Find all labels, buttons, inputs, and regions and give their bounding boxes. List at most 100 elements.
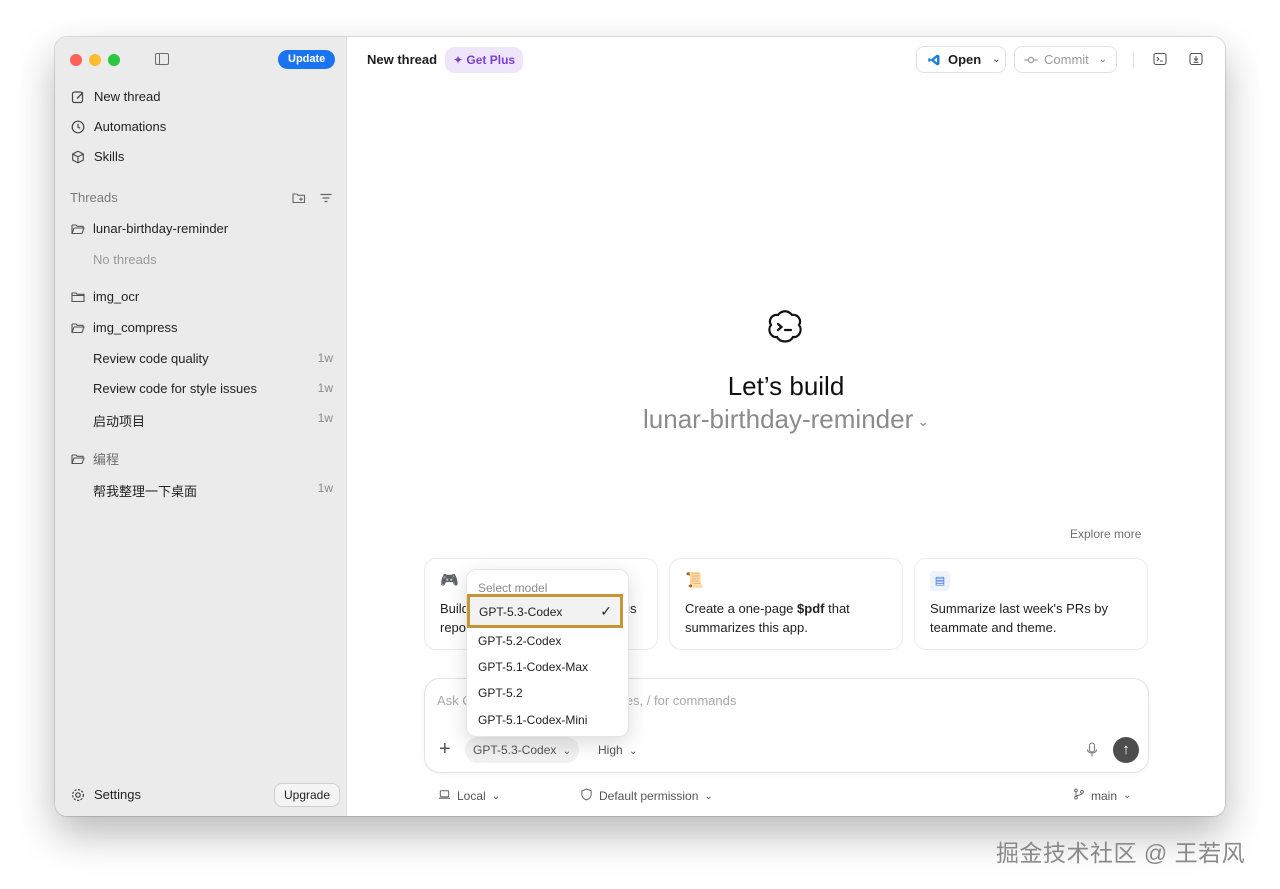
suggestion-card[interactable]: 📜 Create a one-page $pdf that summarizes… bbox=[669, 558, 903, 650]
window-controls bbox=[70, 54, 120, 66]
effort-label: High bbox=[598, 743, 623, 757]
card-text: Summarize last week's PRs by teammate an… bbox=[930, 601, 1109, 635]
open-in-editor-button[interactable]: Open ⌄ bbox=[916, 46, 1006, 73]
thread-title: 帮我整理一下桌面 bbox=[93, 484, 198, 499]
diff-panel-icon[interactable] bbox=[1189, 52, 1203, 66]
upgrade-button[interactable]: Upgrade bbox=[274, 783, 341, 807]
send-button[interactable]: ↑ bbox=[1113, 737, 1139, 763]
permission-label: Default permission bbox=[599, 789, 699, 803]
folder-open-icon bbox=[71, 222, 85, 236]
arrow-up-icon: ↑ bbox=[1122, 741, 1130, 758]
thread-age: 1w bbox=[317, 351, 333, 365]
get-plus-button[interactable]: ✦ Get Plus bbox=[445, 47, 524, 73]
edit-icon bbox=[71, 90, 85, 104]
model-option-selected[interactable]: GPT-5.3-Codex ✓ bbox=[467, 594, 623, 628]
app-window: Update New thread Automations Skills Thr… bbox=[55, 37, 1225, 816]
folder-programming[interactable]: 编程 bbox=[71, 449, 119, 468]
branch-selector[interactable]: main ⌄ bbox=[1073, 788, 1131, 803]
chevron-down-icon: ⌄ bbox=[917, 412, 929, 429]
environment-selector[interactable]: Local ⌄ bbox=[438, 788, 500, 804]
thread-item[interactable]: 启动项目 1w bbox=[93, 411, 333, 430]
model-option[interactable]: GPT-5.1-Codex-Mini bbox=[478, 713, 620, 727]
gamepad-icon: 🎮 bbox=[440, 572, 459, 589]
hero-title: Let’s build bbox=[727, 371, 845, 401]
chevron-down-icon: ⌄ bbox=[1123, 790, 1132, 801]
chevron-down-icon: ⌄ bbox=[704, 790, 713, 802]
chevron-down-icon: ⌄ bbox=[629, 746, 638, 757]
threads-section-label: Threads bbox=[70, 190, 118, 205]
sidebar-item-skills[interactable]: Skills bbox=[71, 149, 124, 164]
empty-threads-text: No threads bbox=[93, 252, 157, 267]
thread-item[interactable]: Review code quality 1w bbox=[93, 351, 333, 366]
add-attachment-icon[interactable]: + bbox=[439, 739, 451, 759]
watermark: 掘金技术社区 @ 王若风 bbox=[996, 840, 1246, 866]
commit-button[interactable]: Commit ⌄ bbox=[1014, 46, 1117, 73]
folder-open-icon bbox=[71, 452, 85, 466]
sparkle-icon: ✦ bbox=[453, 53, 464, 67]
sidebar: Update New thread Automations Skills Thr… bbox=[55, 37, 347, 816]
folder-img-ocr[interactable]: img_ocr bbox=[71, 289, 139, 304]
threads-toolbar bbox=[292, 191, 333, 205]
settings-link[interactable]: Settings bbox=[71, 787, 141, 802]
model-selector[interactable]: GPT-5.3-Codex ⌄ bbox=[465, 737, 580, 763]
open-label: Open bbox=[948, 52, 982, 67]
thread-age: 1w bbox=[317, 381, 333, 395]
folder-icon bbox=[71, 290, 85, 304]
settings-label: Settings bbox=[94, 787, 141, 802]
chevron-down-icon: ⌄ bbox=[1098, 54, 1108, 65]
dropdown-header: Select model bbox=[478, 581, 548, 595]
zoom-window-button[interactable] bbox=[108, 54, 120, 66]
checkmark-icon: ✓ bbox=[600, 603, 612, 619]
filter-icon[interactable] bbox=[319, 191, 333, 205]
folder-lunar-birthday-reminder[interactable]: lunar-birthday-reminder bbox=[71, 221, 228, 236]
project-name: lunar-birthday-reminder bbox=[643, 404, 914, 434]
card-text: Create a one-page $pdf that summarizes t… bbox=[685, 601, 850, 635]
close-window-button[interactable] bbox=[70, 54, 82, 66]
terminal-icon[interactable] bbox=[1153, 52, 1167, 66]
commit-icon bbox=[1024, 53, 1038, 67]
folder-open-icon bbox=[71, 321, 85, 335]
page-title: New thread bbox=[367, 52, 438, 67]
thread-item[interactable]: 帮我整理一下桌面 1w bbox=[93, 481, 333, 500]
environment-label: Local bbox=[457, 789, 486, 803]
toolbar-divider bbox=[1133, 51, 1134, 68]
new-folder-icon[interactable] bbox=[292, 191, 306, 205]
model-option[interactable]: GPT-5.2 bbox=[478, 686, 620, 700]
thread-age: 1w bbox=[317, 411, 333, 425]
sidebar-item-automations[interactable]: Automations bbox=[71, 119, 166, 134]
sidebar-item-new-thread[interactable]: New thread bbox=[71, 89, 160, 104]
sidebar-item-label: New thread bbox=[94, 89, 161, 104]
project-selector[interactable]: lunar-birthday-reminder ⌄ bbox=[347, 404, 1225, 435]
sidebar-item-label: Skills bbox=[94, 149, 125, 164]
sidebar-item-label: Automations bbox=[94, 119, 167, 134]
microphone-icon[interactable] bbox=[1085, 742, 1099, 758]
laptop-icon bbox=[438, 788, 451, 804]
suggestion-card[interactable]: ▤ Summarize last week's PRs by teammate … bbox=[914, 558, 1148, 650]
folder-img-compress[interactable]: img_compress bbox=[71, 320, 178, 335]
chevron-down-icon: ⌄ bbox=[491, 790, 501, 802]
model-option[interactable]: GPT-5.2-Codex bbox=[478, 634, 620, 648]
thread-title: Review code for style issues bbox=[93, 381, 258, 396]
explore-more-link[interactable]: Explore more bbox=[1070, 527, 1141, 541]
codex-logo-icon bbox=[765, 307, 805, 347]
get-plus-label: Get Plus bbox=[466, 53, 516, 67]
thread-title: Review code quality bbox=[93, 351, 209, 366]
git-branch-icon bbox=[1073, 788, 1085, 803]
shield-icon bbox=[580, 788, 593, 804]
clock-icon bbox=[71, 120, 85, 134]
vscode-icon bbox=[927, 53, 941, 67]
reasoning-effort-selector[interactable]: High ⌄ bbox=[598, 743, 637, 757]
gear-icon bbox=[71, 788, 85, 802]
minimize-window-button[interactable] bbox=[89, 54, 101, 66]
branch-label: main bbox=[1091, 788, 1118, 803]
sidebar-toggle-icon[interactable] bbox=[155, 53, 169, 65]
cube-icon bbox=[71, 150, 85, 164]
newspaper-icon: ▤ bbox=[930, 571, 950, 591]
update-button[interactable]: Update bbox=[278, 50, 336, 69]
permission-selector[interactable]: Default permission ⌄ bbox=[580, 788, 713, 804]
model-option[interactable]: GPT-5.1-Codex-Max bbox=[478, 660, 620, 674]
thread-title: 启动项目 bbox=[93, 414, 146, 429]
chevron-down-icon: ⌄ bbox=[562, 746, 572, 757]
thread-age: 1w bbox=[317, 481, 333, 495]
thread-item[interactable]: Review code for style issues 1w bbox=[93, 381, 333, 396]
